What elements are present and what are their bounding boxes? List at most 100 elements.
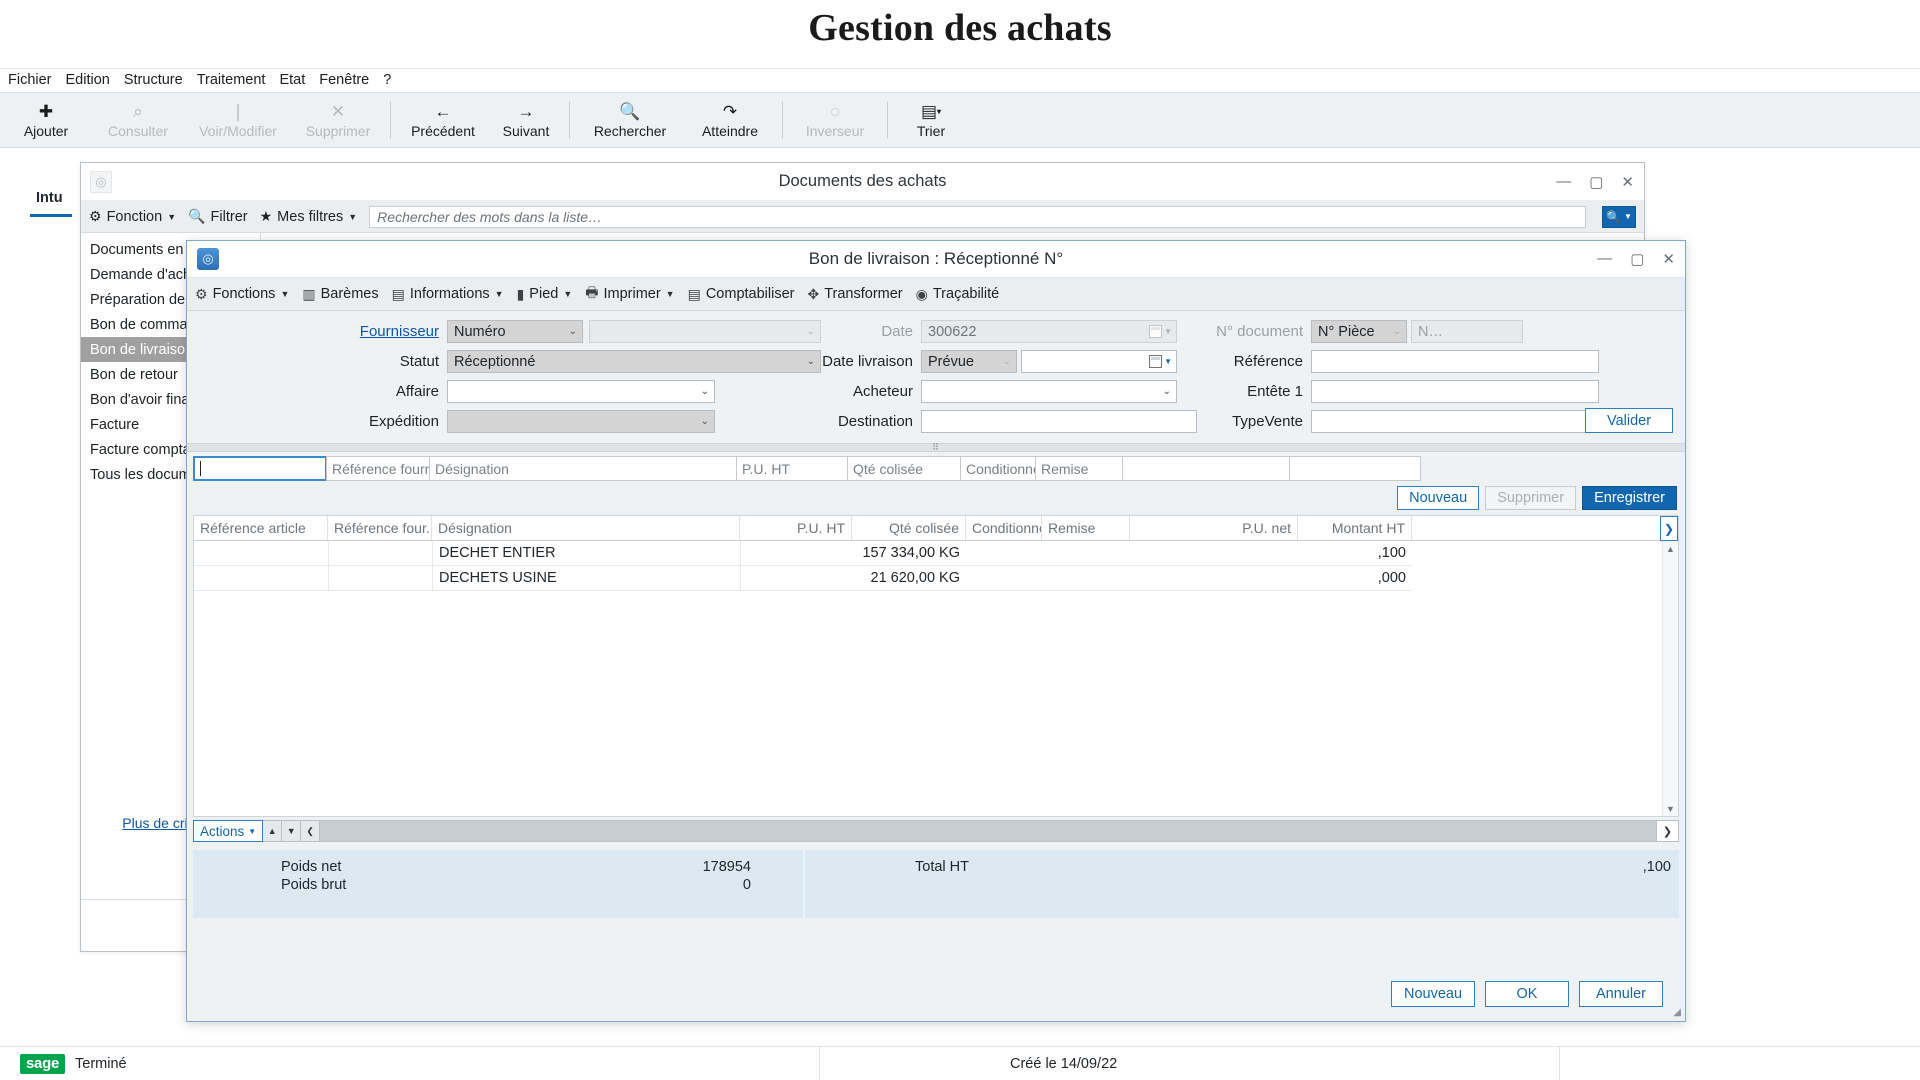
close-icon[interactable]: ✕ bbox=[1662, 250, 1675, 268]
typevente-field[interactable] bbox=[1311, 410, 1587, 433]
grid-scroll-left-button[interactable]: ❮ bbox=[301, 820, 321, 842]
menu-item-fichier[interactable]: Fichier bbox=[8, 72, 52, 88]
maximize-icon[interactable]: ▢ bbox=[1630, 250, 1644, 268]
grid-col-reference-article[interactable]: Référence article bbox=[194, 516, 328, 540]
toolbar-comptabiliser[interactable]: ▤ Comptabiliser bbox=[688, 286, 795, 303]
reference-field[interactable] bbox=[1311, 350, 1599, 373]
toolbar-baremes[interactable]: ▥ Barèmes bbox=[302, 286, 378, 303]
toolbar-button-suivant[interactable]: → Suivant bbox=[489, 93, 563, 147]
grid-col-montant-ht[interactable]: Montant HT bbox=[1298, 516, 1412, 540]
affaire-select[interactable]: ⌄ bbox=[447, 380, 715, 403]
search-input[interactable]: Rechercher des mots dans la liste… bbox=[369, 205, 1586, 228]
grid-actions-menu[interactable]: Actions ▼ bbox=[193, 820, 264, 842]
expedition-select[interactable]: ⌄ bbox=[447, 410, 715, 433]
menu-item-structure[interactable]: Structure bbox=[124, 72, 183, 88]
destination-field[interactable] bbox=[921, 410, 1197, 433]
resize-grip-icon[interactable]: ◢ bbox=[1673, 1007, 1681, 1018]
search-submit-button[interactable]: 🔍 ▼ bbox=[1602, 205, 1636, 228]
toolbar-tracabilite[interactable]: ◉ Traçabilité bbox=[916, 286, 1000, 303]
calendar-icon[interactable]: ▼ bbox=[1149, 355, 1172, 368]
cell-pu-net bbox=[1130, 566, 1298, 591]
grid-move-down-button[interactable]: ▼ bbox=[282, 820, 302, 842]
scrollbar-thumb[interactable] bbox=[320, 821, 1469, 841]
toolbar-informations[interactable]: ▤ Informations ▼ bbox=[392, 286, 504, 303]
toolbar-transformer[interactable]: ✥ Transformer bbox=[807, 286, 902, 303]
minimize-icon[interactable]: — bbox=[1556, 173, 1571, 191]
menu-item-traitement[interactable]: Traitement bbox=[197, 72, 266, 88]
menu-item-help[interactable]: ? bbox=[383, 72, 391, 88]
grid-col-pu-net[interactable]: P.U. net bbox=[1130, 516, 1298, 540]
toolbar-button-label: Voir/Modifier bbox=[199, 123, 277, 139]
grid-move-up-button[interactable]: ▲ bbox=[263, 820, 283, 842]
fonction-menu[interactable]: ⚙ Fonction ▼ bbox=[89, 208, 176, 225]
entry-pu-net-input[interactable] bbox=[1122, 456, 1290, 481]
menu-item-edition[interactable]: Edition bbox=[66, 72, 110, 88]
toolbar-fonctions[interactable]: ⚙ Fonctions ▼ bbox=[195, 286, 289, 303]
grid-col-conditionnement[interactable]: Conditionne... bbox=[966, 516, 1042, 540]
menu-item-etat[interactable]: Etat bbox=[279, 72, 305, 88]
grid-vertical-scrollbar[interactable]: ▲ ▼ bbox=[1662, 541, 1678, 816]
line-nouveau-button[interactable]: Nouveau bbox=[1397, 486, 1480, 510]
table-row[interactable]: DECHET ENTIER 157 334,00 KG ,100 bbox=[194, 541, 1678, 566]
grid-col-qte-colisee[interactable]: Qté colisée bbox=[852, 516, 966, 540]
panel-splitter[interactable]: ⠿ bbox=[187, 442, 1685, 452]
close-icon[interactable]: ✕ bbox=[1621, 173, 1634, 191]
footer-ok-button[interactable]: OK bbox=[1485, 981, 1569, 1007]
toolbar-button-ajouter[interactable]: ✚ Ajouter bbox=[0, 93, 92, 147]
grid-horizontal-scrollbar[interactable] bbox=[320, 820, 1657, 842]
toolbar-button-supprimer[interactable]: ✕ Supprimer bbox=[292, 93, 384, 147]
toolbar-imprimer[interactable]: 🖶 Imprimer ▼ bbox=[585, 282, 674, 306]
toolbar-pied[interactable]: ▮ Pied ▼ bbox=[517, 286, 573, 303]
calendar-icon[interactable]: ▼ bbox=[1149, 325, 1172, 338]
grid-col-reference-fournisseur[interactable]: Référence four... bbox=[328, 516, 432, 540]
grid-next-column-button[interactable]: ❯ bbox=[1660, 516, 1678, 541]
ndocument-mode-select[interactable]: N° Pièce ⌄ bbox=[1311, 320, 1407, 343]
entry-qte-colisee-input[interactable]: Qté colisée bbox=[847, 456, 961, 481]
entry-montant-ht-input[interactable] bbox=[1289, 456, 1421, 481]
line-supprimer-button[interactable]: Supprimer bbox=[1485, 486, 1577, 510]
mes-filtres-menu[interactable]: ★ Mes filtres ▼ bbox=[260, 208, 358, 225]
entry-reference-article-input[interactable] bbox=[193, 456, 327, 481]
grid-col-designation[interactable]: Désignation bbox=[432, 516, 740, 540]
dialog-footer: Nouveau OK Annuler ◢ bbox=[187, 967, 1685, 1021]
entry-designation-input[interactable]: Désignation bbox=[429, 456, 737, 481]
entry-conditionnement-input[interactable]: Conditionnement bbox=[960, 456, 1036, 481]
date-field[interactable]: 300622 ▼ bbox=[921, 320, 1177, 343]
toolbar-button-precedent[interactable]: ← Précédent bbox=[397, 93, 489, 147]
grid-col-remise[interactable]: Remise bbox=[1042, 516, 1130, 540]
menu-item-fenetre[interactable]: Fenêtre bbox=[319, 72, 369, 88]
fournisseur-value-select[interactable]: ⌄ bbox=[589, 320, 821, 343]
grid-scroll-right-button[interactable]: ❯ bbox=[1657, 820, 1679, 842]
date-livraison-mode-select[interactable]: Prévue ⌄ bbox=[921, 350, 1017, 373]
maximize-icon[interactable]: ▢ bbox=[1589, 173, 1603, 191]
toolbar-button-voir-modifier[interactable]: ❘ Voir/Modifier bbox=[184, 93, 292, 147]
table-row[interactable]: DECHETS USINE 21 620,00 KG ,000 bbox=[194, 566, 1678, 591]
toolbar-button-consulter[interactable]: ⌕ Consulter bbox=[92, 93, 184, 147]
toolbar-group-sort: ▤ ▾ Trier bbox=[894, 93, 968, 147]
date-livraison-field[interactable]: ▼ bbox=[1021, 350, 1177, 373]
acheteur-select[interactable]: ⌄ bbox=[921, 380, 1177, 403]
fournisseur-mode-select[interactable]: Numéro ⌄ bbox=[447, 320, 583, 343]
entete1-field[interactable] bbox=[1311, 380, 1599, 403]
toolbar-button-inverseur[interactable]: ◌ Inverseur bbox=[789, 93, 881, 147]
footer-annuler-button[interactable]: Annuler bbox=[1579, 981, 1663, 1007]
scroll-up-icon[interactable]: ▲ bbox=[1663, 541, 1678, 556]
fournisseur-label[interactable]: Fournisseur bbox=[187, 323, 447, 340]
grid-col-pu-ht[interactable]: P.U. HT bbox=[740, 516, 852, 540]
minimize-icon[interactable]: — bbox=[1597, 250, 1612, 268]
cell-remise bbox=[1042, 566, 1130, 591]
valider-button[interactable]: Valider bbox=[1585, 408, 1673, 433]
line-enregistrer-button[interactable]: Enregistrer bbox=[1582, 486, 1677, 510]
entry-pu-ht-input[interactable]: P.U. HT bbox=[736, 456, 848, 481]
entry-remise-input[interactable]: Remise bbox=[1035, 456, 1123, 481]
statut-select[interactable]: Réceptionné ⌄ bbox=[447, 350, 821, 373]
footer-nouveau-button[interactable]: Nouveau bbox=[1391, 981, 1475, 1007]
outer-filter-bar: ⚙ Fonction ▼ 🔍 Filtrer ★ Mes filtres ▼ R… bbox=[81, 201, 1644, 233]
toolbar-button-atteindre[interactable]: ↷ Atteindre bbox=[684, 93, 776, 147]
toolbar-button-rechercher[interactable]: 🔍 Rechercher bbox=[576, 93, 684, 147]
toolbar-button-trier[interactable]: ▤ ▾ Trier bbox=[894, 93, 968, 147]
scroll-down-icon[interactable]: ▼ bbox=[1663, 801, 1678, 816]
filtrer-button[interactable]: 🔍 Filtrer bbox=[188, 208, 248, 225]
entry-reference-fournisseur-input[interactable]: Référence fournisseur bbox=[326, 456, 430, 481]
ndocument-value-field[interactable]: N… bbox=[1411, 320, 1523, 343]
